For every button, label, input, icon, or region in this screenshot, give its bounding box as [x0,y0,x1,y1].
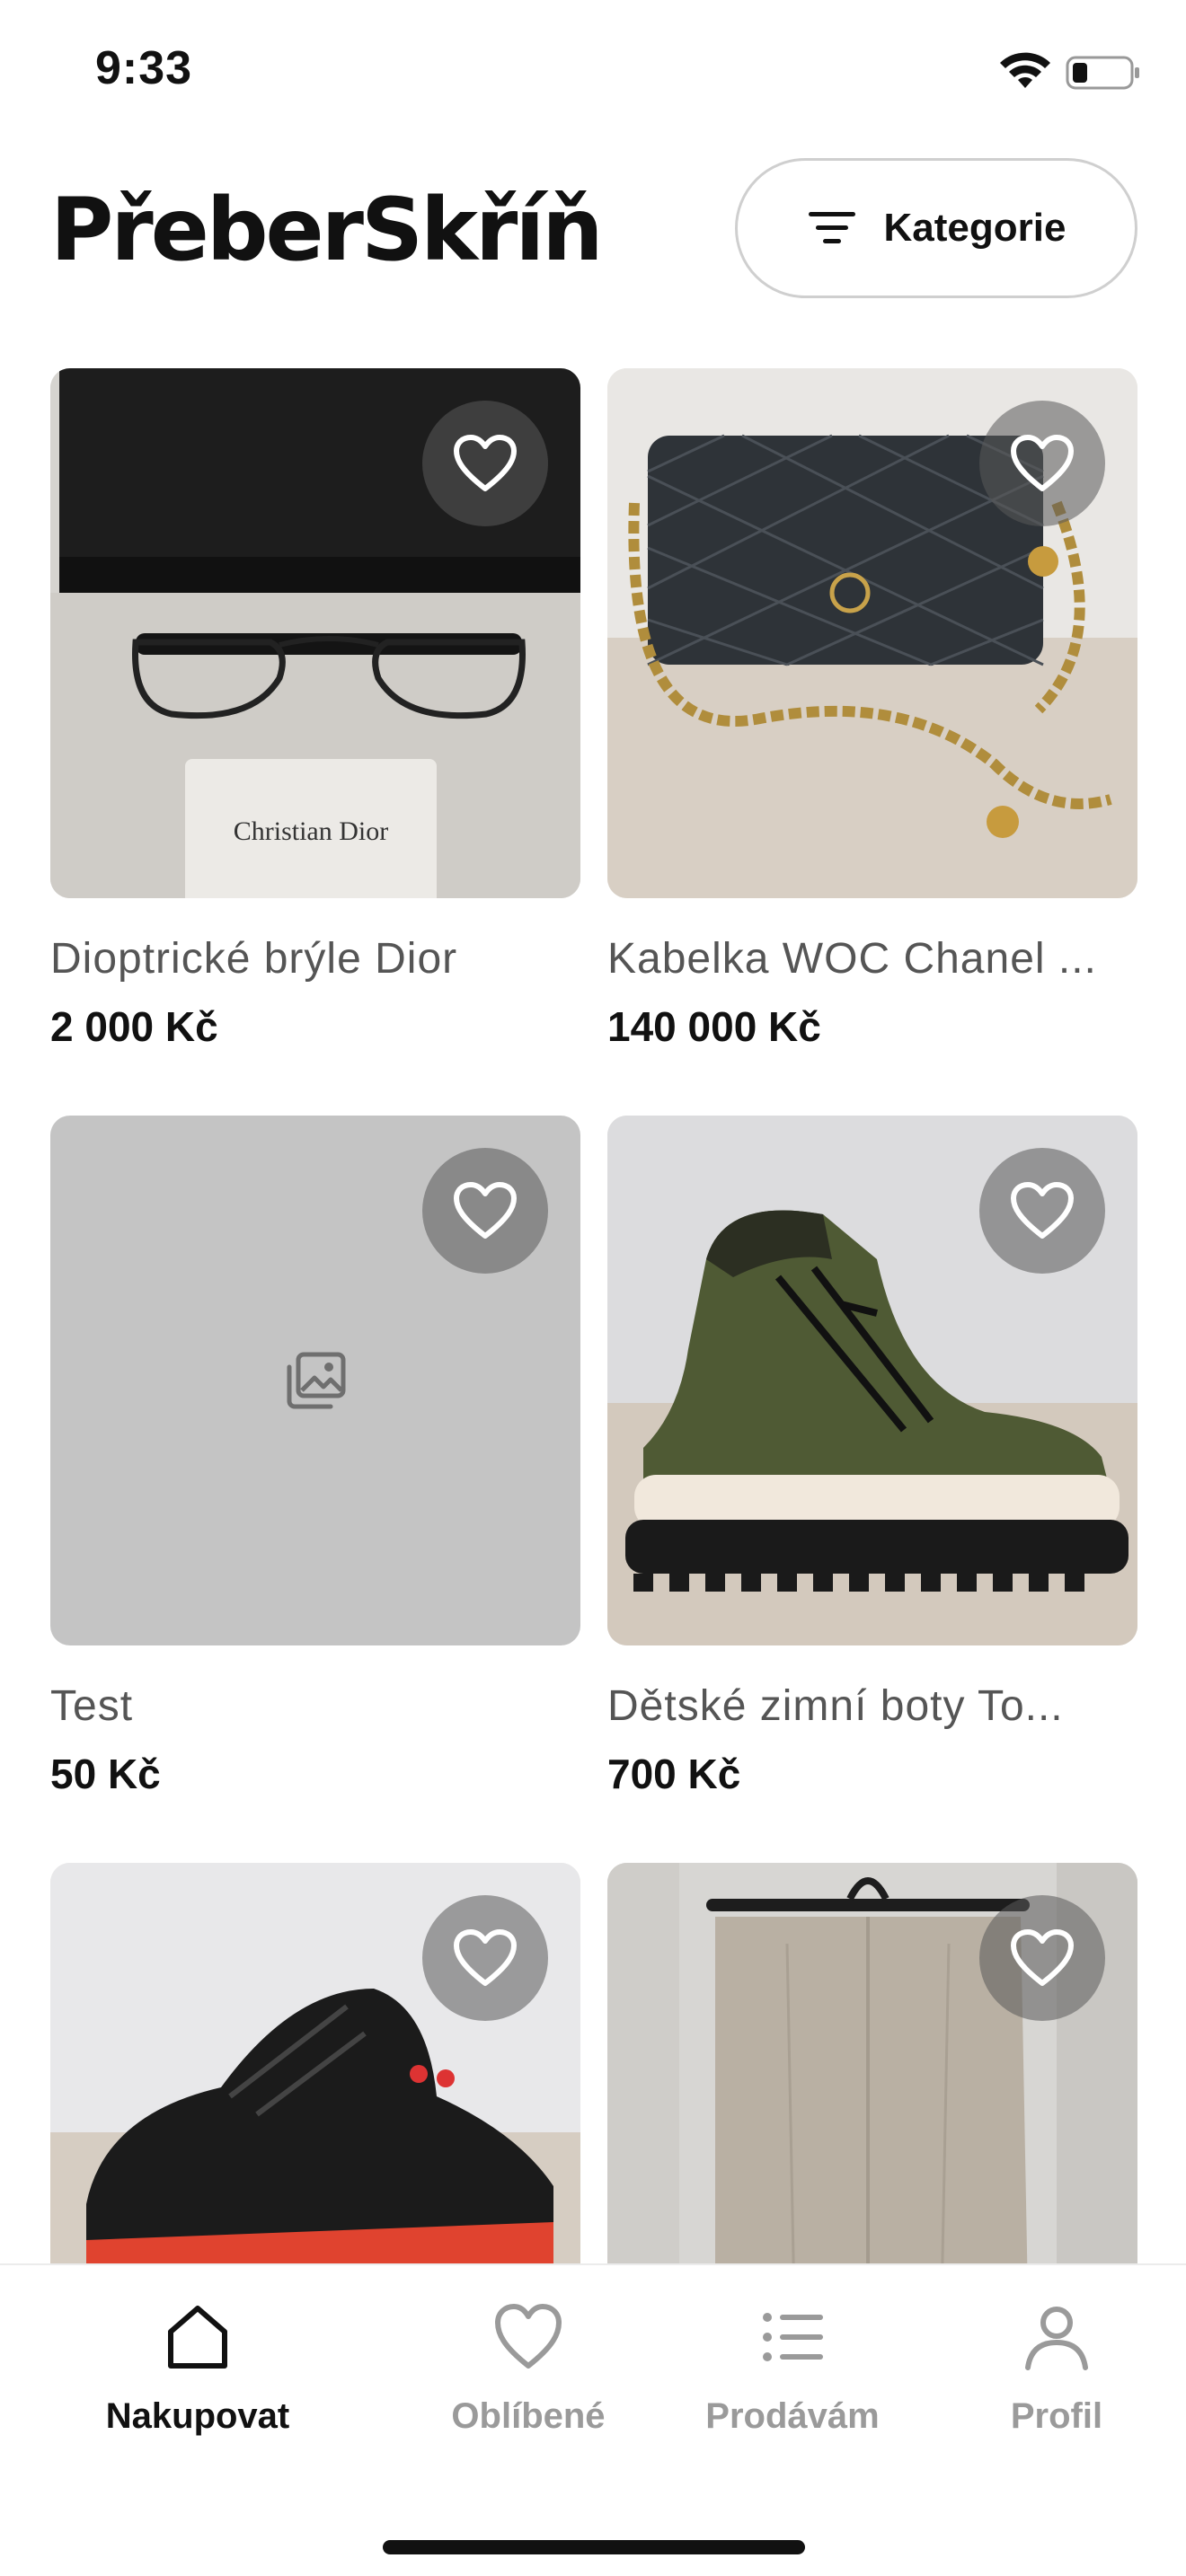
nav-label: Nakupovat [105,2396,290,2436]
category-button-label: Kategorie [883,206,1067,250]
favorite-button[interactable] [979,401,1105,526]
favorite-button[interactable] [979,1148,1105,1274]
product-price: 2 000 Kč [50,1003,218,1050]
product-price: 50 Kč [50,1751,161,1797]
app-logo: PřeberSkříň [50,180,604,280]
image-placeholder-icon [287,1352,346,1409]
image-placeholder[interactable] [50,1116,580,1645]
list-icon [763,2313,823,2361]
heart-icon [454,1182,517,1239]
product-title[interactable]: Dioptrické brýle Dior [50,934,580,984]
heart-icon [454,435,517,491]
home-indicator[interactable] [383,2540,805,2554]
favorite-button[interactable] [422,401,548,526]
heart-icon [1011,1929,1074,1986]
dior-glasses-photo[interactable]: Christian Dior [50,368,580,898]
svg-text:Christian Dior: Christian Dior [234,816,389,846]
nav-item-prodavam[interactable]: Prodávám [667,2301,918,2437]
nav-item-profil[interactable]: Profil [931,2301,1182,2437]
product-price: 140 000 Kč [607,1003,821,1050]
nav-label: Profil [1010,2396,1103,2436]
category-button[interactable]: Kategorie [735,158,1137,298]
status-time: 9:33 [95,42,193,94]
product-title[interactable]: Dětské zimní boty To... [607,1681,1137,1731]
product-title[interactable]: Test [50,1681,580,1731]
product-title[interactable]: Kabelka WOC Chanel ... [607,934,1137,984]
nav-label: Oblíbené [451,2396,606,2436]
status-bar: 9:33 [0,0,1186,144]
chanel-bag-photo[interactable] [607,368,1137,898]
nav-item-oblibene[interactable]: Oblíbené [403,2301,654,2437]
product-card[interactable]: Kabelka WOC Chanel ... 140 000 Kč [607,368,1137,1050]
heart-icon [1011,435,1074,491]
favorite-button[interactable] [979,1895,1105,2021]
app-header: PřeberSkříň Kategorie [0,153,1186,305]
favorite-button[interactable] [422,1895,548,2021]
product-card[interactable]: Test 50 Kč [50,1116,580,1797]
heart-icon [495,2304,562,2369]
product-card[interactable]: Dětské zimní boty To... 700 Kč [607,1116,1137,1797]
wifi-icon [1000,52,1050,88]
heart-icon [1011,1182,1074,1239]
home-icon [168,2306,227,2369]
heart-icon [454,1929,517,1986]
battery-low-icon [1066,56,1139,90]
winter-boots-photo[interactable] [607,1116,1137,1645]
user-icon [1025,2307,1088,2370]
nav-item-nakupovat[interactable]: Nakupovat [72,2301,323,2437]
product-price: 700 Kč [607,1751,741,1797]
bottom-nav: Nakupovat Oblíbené Prodávám Profil [0,2263,1186,2576]
product-card[interactable]: Christian Dior Dioptrické brýle Dior 2 0… [50,368,580,1050]
filter-icon [808,212,855,243]
nav-label: Prodávám [705,2396,880,2436]
favorite-button[interactable] [422,1148,548,1274]
